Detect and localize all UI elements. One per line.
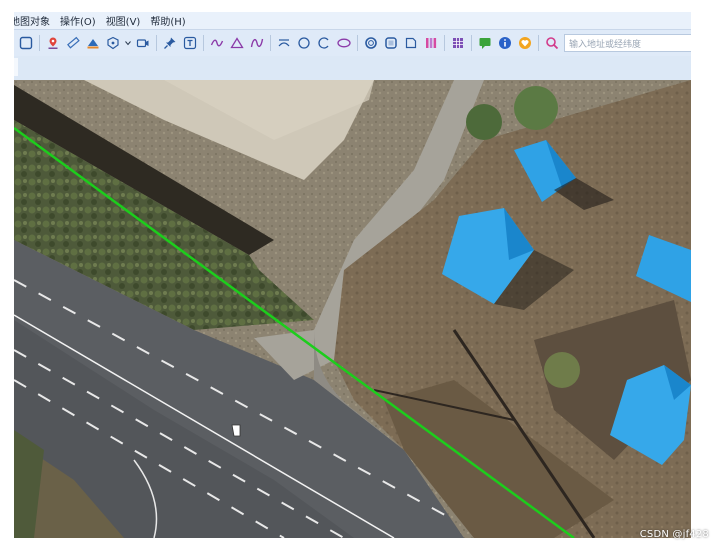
chevron-down-icon[interactable] [125,35,131,51]
square-outline-icon[interactable] [18,35,34,51]
app-window: 地图对象 操作(O) 视图(V) 帮助(H) [14,12,691,538]
toolbar-separator [39,35,40,51]
toolbar-separator [471,35,472,51]
ring-icon[interactable] [363,35,379,51]
watermark: CSDN @jf428 [639,529,709,540]
circle-icon[interactable] [296,35,312,51]
menu-help[interactable]: 帮助(H) [150,13,191,28]
toolbar-separator [270,35,271,51]
polygon-shield-icon[interactable] [105,35,121,51]
measure-area-icon[interactable] [85,35,101,51]
location-pin-icon[interactable] [45,35,61,51]
ellipse-icon[interactable] [336,35,352,51]
video-icon[interactable] [135,35,151,51]
toolbar-separator [538,35,539,51]
panel-tab[interactable] [14,58,18,76]
secondary-bar [14,56,691,80]
polyline-icon[interactable] [209,35,225,51]
text-icon[interactable] [182,35,198,51]
ruler-icon[interactable] [65,35,81,51]
arc-icon[interactable] [276,35,292,51]
circle-arc-icon[interactable] [316,35,332,51]
address-search-input[interactable] [564,34,691,52]
grid-icon[interactable] [450,35,466,51]
toolbar-separator [156,35,157,51]
toolbar-separator [357,35,358,51]
map-view[interactable] [14,80,691,538]
toolbar-separator [444,35,445,51]
heart-shield-icon[interactable] [517,35,533,51]
satellite-image [14,80,691,538]
bars-icon[interactable] [423,35,439,51]
curve-icon[interactable] [249,35,265,51]
menu-bar: 地图对象 操作(O) 视图(V) 帮助(H) [14,12,691,30]
toolbar [14,30,691,56]
menu-map-objects[interactable]: 地图对象 [14,13,56,28]
menu-view[interactable]: 视图(V) [106,13,147,28]
layer-icon[interactable] [403,35,419,51]
menu-operations[interactable]: 操作(O) [60,13,102,28]
comment-icon[interactable] [477,35,493,51]
square-rounded-icon[interactable] [383,35,399,51]
info-icon[interactable] [497,35,513,51]
triangle-icon[interactable] [229,35,245,51]
pin-icon[interactable] [162,35,178,51]
toolbar-separator [203,35,204,51]
search-icon[interactable] [544,35,560,51]
